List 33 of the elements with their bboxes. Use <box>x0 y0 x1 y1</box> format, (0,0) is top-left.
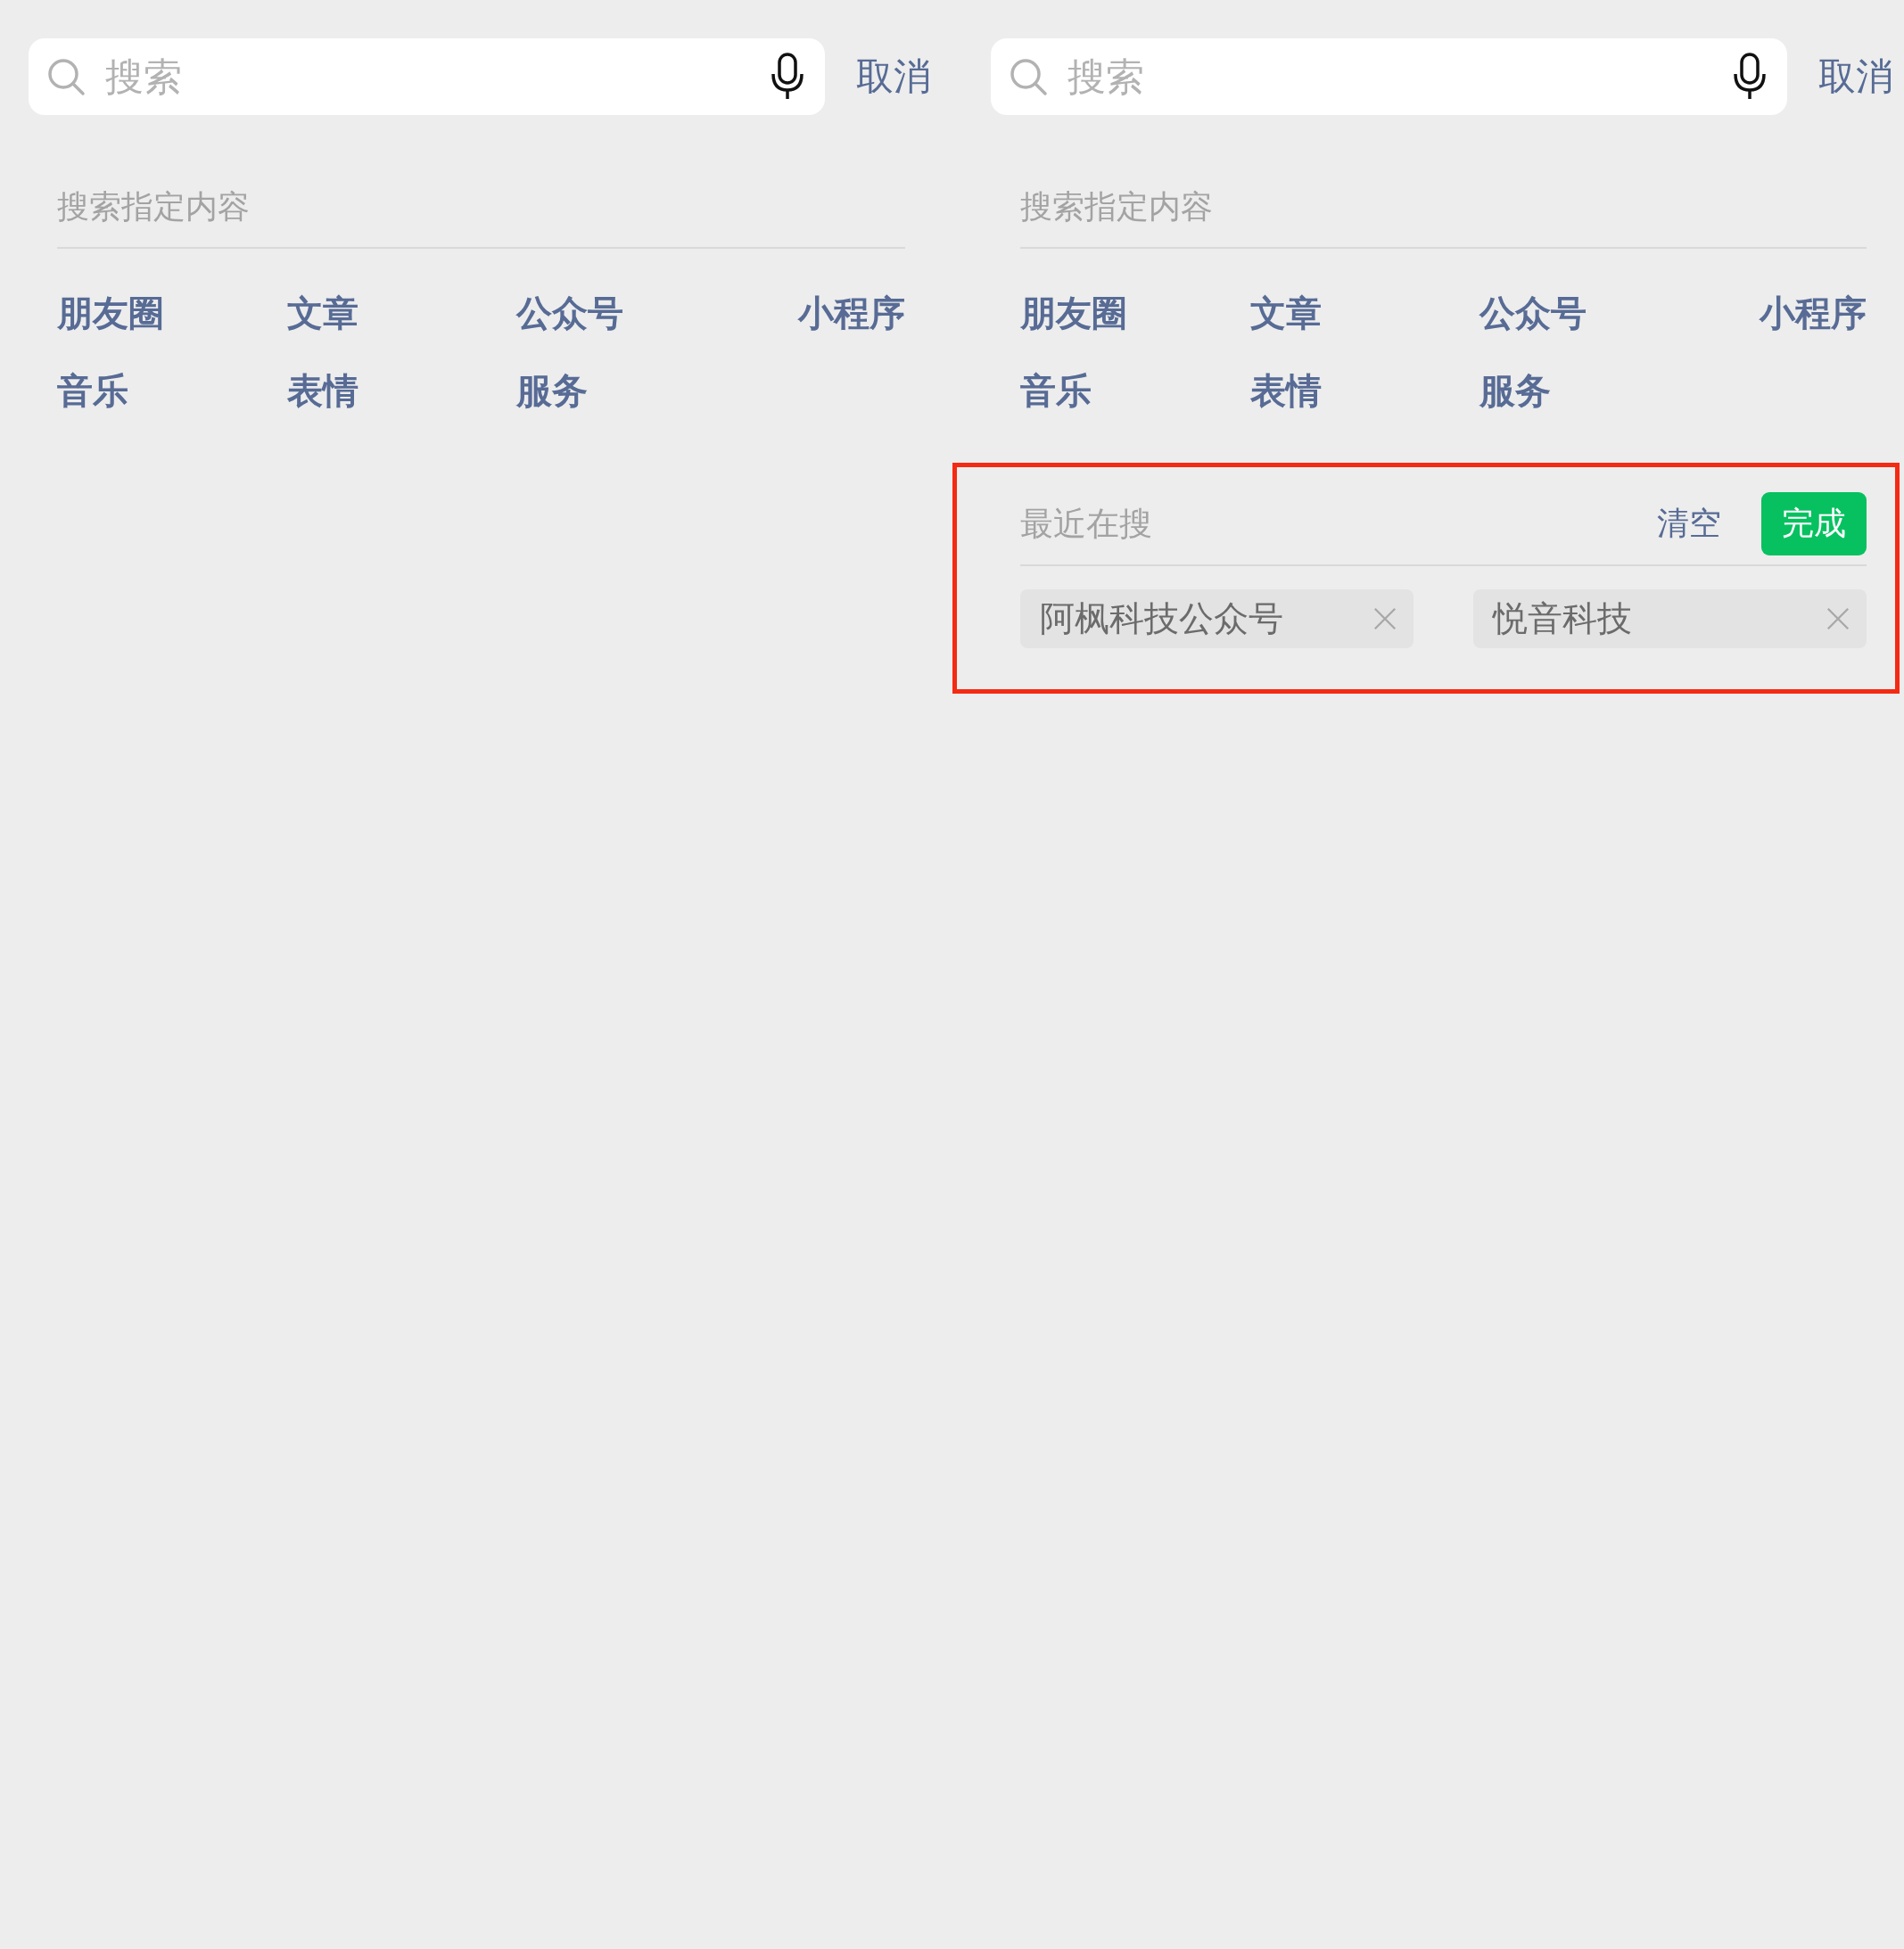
cancel-button[interactable]: 取消 <box>1818 52 1893 102</box>
category-link[interactable]: 服务 <box>516 366 798 416</box>
microphone-icon[interactable] <box>1732 53 1768 101</box>
search-icon <box>1009 57 1048 96</box>
search-input[interactable]: 搜索 <box>1066 53 1732 100</box>
category-link[interactable]: 文章 <box>1250 288 1480 339</box>
category-link[interactable]: 公众号 <box>1480 288 1760 339</box>
search-field[interactable]: 搜索 <box>991 38 1787 115</box>
search-input[interactable]: 搜索 <box>103 53 770 100</box>
done-button[interactable]: 完成 <box>1761 492 1867 555</box>
category-link[interactable]: 朋友圈 <box>1020 288 1250 339</box>
history-tag[interactable]: 悦音科技 <box>1473 589 1867 648</box>
history-text: 悦音科技 <box>1493 597 1633 640</box>
category-link[interactable]: 表情 <box>1250 366 1480 416</box>
history-text: 阿枫科技公众号 <box>1040 597 1284 640</box>
category-link[interactable]: 表情 <box>287 366 516 416</box>
recent-title: 最近在搜 <box>1020 503 1153 545</box>
category-link[interactable]: 朋友圈 <box>57 288 287 339</box>
category-link[interactable]: 小程序 <box>798 288 905 339</box>
section-title: 搜索指定内容 <box>1020 187 1214 226</box>
category-link[interactable]: 小程序 <box>1760 288 1867 339</box>
section-title: 搜索指定内容 <box>57 187 251 226</box>
microphone-icon[interactable] <box>770 53 805 101</box>
cancel-button[interactable]: 取消 <box>856 52 931 102</box>
category-link[interactable]: 服务 <box>1480 366 1760 416</box>
category-link[interactable]: 文章 <box>287 288 516 339</box>
category-link[interactable]: 公众号 <box>516 288 798 339</box>
category-link[interactable]: 音乐 <box>57 366 287 416</box>
clear-button[interactable]: 清空 <box>1657 502 1721 546</box>
category-link[interactable]: 音乐 <box>1020 366 1250 416</box>
search-icon <box>46 57 86 96</box>
history-tag[interactable]: 阿枫科技公众号 <box>1020 589 1414 648</box>
search-field[interactable]: 搜索 <box>29 38 825 115</box>
